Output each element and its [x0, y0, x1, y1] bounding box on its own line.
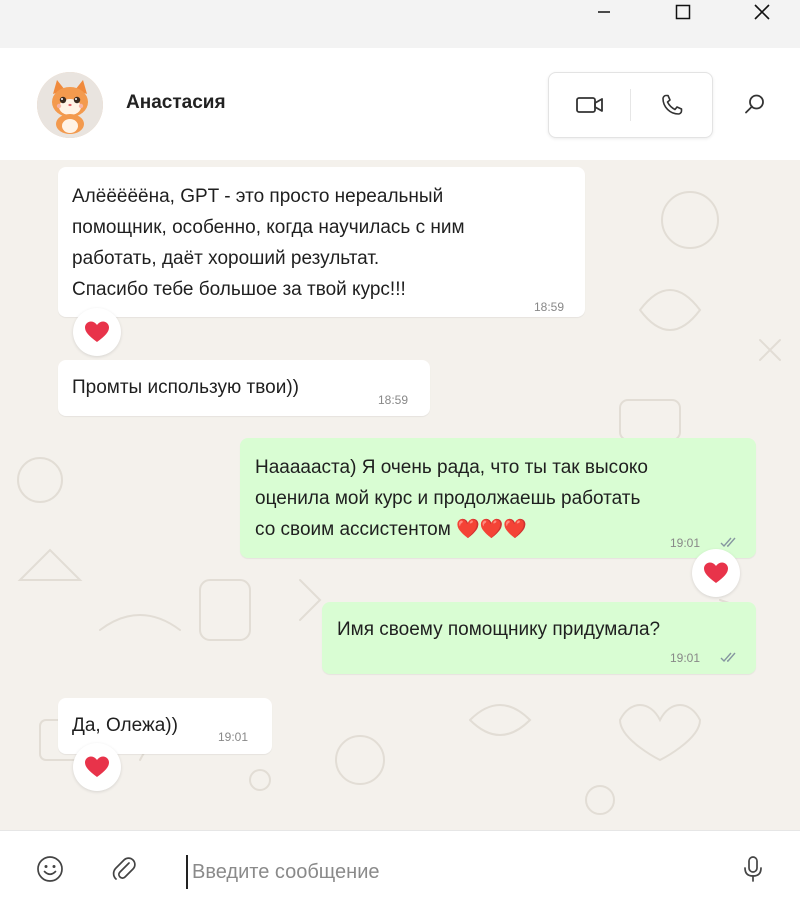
chat-messages-area[interactable]: Алёёёёёна, GPT - это просто нереальный п…	[0, 160, 800, 830]
message-line: работать, даёт хороший результат.	[72, 248, 380, 269]
cat-avatar-icon	[37, 72, 103, 138]
message-bubble-incoming[interactable]: Промты использую твои)) 18:59	[58, 360, 430, 416]
message-line: Наааааста) Я очень рада, что ты так высо…	[255, 457, 648, 478]
message-line: оценила мой курс и продолжаешь работать	[255, 488, 641, 509]
call-buttons-group	[548, 72, 713, 138]
minimize-icon	[598, 11, 610, 13]
message-composer	[0, 830, 800, 901]
message-text: Промты использую твои))	[72, 377, 299, 398]
phone-icon	[661, 94, 682, 115]
reaction-badge[interactable]	[73, 743, 121, 791]
message-text: Алёёёёёна, GPT - это просто нереальный п…	[72, 181, 465, 305]
message-time: 18:59	[534, 300, 565, 314]
message-line: Алёёёёёна, GPT - это просто нереальный	[72, 186, 444, 207]
search-button[interactable]	[735, 88, 775, 120]
contact-name[interactable]: Анастасия	[126, 92, 226, 114]
voice-call-button[interactable]	[631, 73, 712, 137]
smiley-icon	[37, 856, 63, 882]
maximize-icon	[675, 4, 691, 20]
message-text: Да, Олежа))	[72, 715, 178, 736]
close-button[interactable]	[739, 0, 785, 24]
read-ticks-icon	[720, 652, 736, 663]
heart-icon	[85, 756, 109, 777]
message-input[interactable]	[186, 855, 714, 889]
message-text: Имя своему помощнику придумала?	[337, 619, 661, 640]
message-bubble-incoming[interactable]: Алёёёёёна, GPT - это просто нереальный п…	[58, 167, 585, 317]
reaction-badge[interactable]	[73, 308, 121, 356]
close-icon	[754, 4, 770, 20]
message-text: Наааааста) Я очень рада, что ты так высо…	[255, 452, 648, 545]
video-camera-icon	[575, 97, 603, 113]
message-line: помощник, особенно, когда научилась с ни…	[72, 217, 465, 238]
heart-icon	[85, 321, 109, 342]
heart-icon	[704, 562, 728, 583]
reaction-badge[interactable]	[692, 549, 740, 597]
message-line: Спасибо тебе большое за твой курс!!!	[72, 279, 406, 300]
paperclip-icon	[112, 857, 136, 880]
chat-header: Анастасия	[0, 48, 800, 161]
minimize-button[interactable]	[581, 0, 627, 24]
window-titlebar	[0, 0, 800, 48]
message-bubble-outgoing[interactable]: Наааааста) Я очень рада, что ты так высо…	[240, 438, 756, 558]
message-line: со своим ассистентом ❤️❤️❤️	[255, 519, 528, 540]
contact-avatar[interactable]	[37, 72, 103, 138]
microphone-icon	[744, 856, 762, 882]
message-time: 19:01	[218, 730, 249, 744]
voice-message-button[interactable]	[737, 853, 769, 885]
read-ticks-icon	[720, 537, 736, 548]
attach-button[interactable]	[108, 853, 140, 885]
emoji-button[interactable]	[34, 853, 66, 885]
message-time: 19:01	[670, 651, 701, 665]
message-time: 19:01	[670, 536, 701, 550]
maximize-button[interactable]	[660, 0, 706, 24]
video-call-button[interactable]	[549, 73, 630, 137]
message-bubble-outgoing[interactable]: Имя своему помощнику придумала? 19:01	[322, 602, 756, 674]
search-icon	[745, 94, 764, 114]
message-time: 18:59	[378, 393, 409, 407]
